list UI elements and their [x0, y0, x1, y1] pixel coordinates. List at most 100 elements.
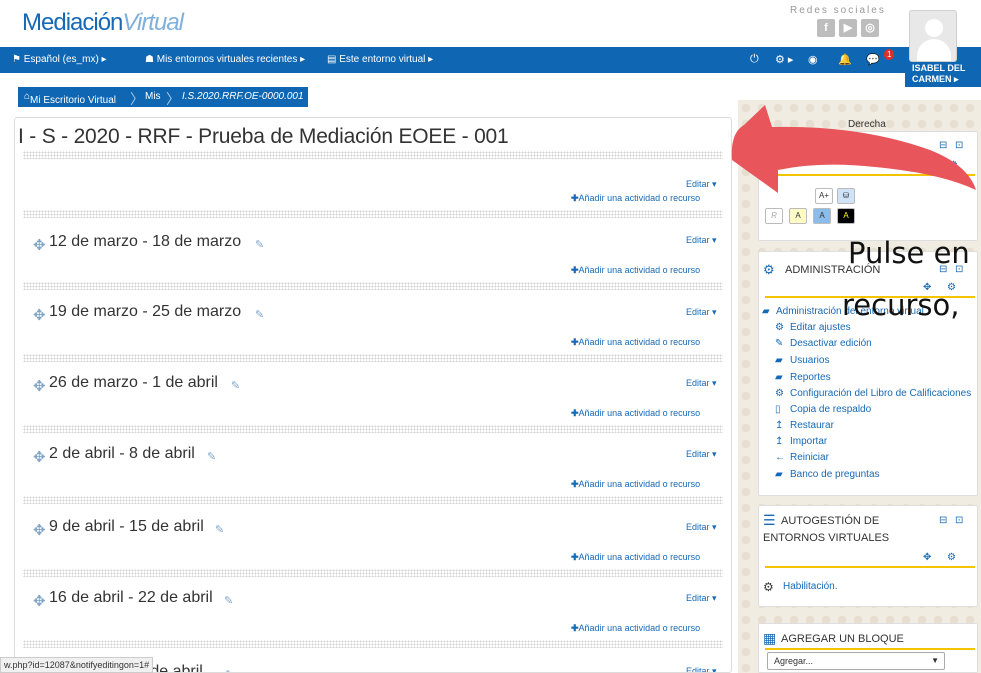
reset-colors-button[interactable]: R — [765, 208, 783, 224]
plus-icon: ✚ — [571, 265, 579, 275]
admin-link-question-bank[interactable]: Banco de preguntas — [790, 469, 880, 480]
edit-menu[interactable]: Editar ▾ — [686, 522, 717, 533]
edit-menu[interactable]: Editar ▾ — [686, 307, 717, 318]
block-underline — [765, 174, 975, 176]
move-icon[interactable]: ✥ — [33, 521, 46, 539]
add-activity-link[interactable]: ✚Añadir una actividad o recurso — [571, 337, 700, 348]
social-title: Redes sociales — [790, 5, 886, 16]
edit-menu[interactable]: Editar ▾ — [686, 593, 717, 604]
blocks-icon: ▦ — [763, 630, 777, 646]
edit-menu[interactable]: Editar ▾ — [686, 235, 717, 246]
add-block-select[interactable]: Agregar... ▼ — [767, 652, 945, 670]
edit-menu[interactable]: Editar ▾ — [686, 449, 717, 460]
move-icon[interactable]: ✥ — [33, 448, 46, 466]
admin-link-reports[interactable]: Reportes — [790, 372, 831, 383]
file-icon: ▯ — [775, 404, 781, 415]
page-title: I - S - 2020 - RRF - Prueba de Mediación… — [18, 125, 509, 148]
edit-menu[interactable]: Editar ▾ — [686, 378, 717, 389]
add-activity-label: Añadir una actividad o recurso — [578, 408, 701, 418]
plus-icon: ✚ — [571, 408, 579, 418]
color-yellow-button[interactable]: A — [789, 208, 807, 224]
bell-icon[interactable]: 🔔 — [838, 53, 852, 66]
move-icon[interactable]: ✥ — [33, 306, 46, 324]
move-icon[interactable]: ✥ — [33, 236, 46, 254]
avatar[interactable] — [909, 10, 957, 62]
collapse-icon[interactable]: ⊟ — [939, 140, 947, 151]
user-menu[interactable]: ISABEL DEL CARMEN ▸ — [912, 63, 972, 85]
autogestion-block: ☰ AUTOGESTIÓN DE ENTORNOS VIRTUALES ⊟ ⊡ … — [758, 505, 978, 607]
divider — [23, 425, 723, 433]
move-icon[interactable]: ✥ — [33, 377, 46, 395]
add-activity-link[interactable]: ✚Añadir una actividad o recurso — [571, 193, 700, 204]
color-blue-button[interactable]: A — [813, 208, 831, 224]
font-increase-button[interactable]: A+ — [815, 188, 833, 204]
add-activity-label: Añadir una actividad o recurso — [578, 265, 701, 275]
add-activity-label: Añadir una actividad o recurso — [578, 623, 701, 633]
this-environment-menu[interactable]: ▤ Este entorno virtual ▸ — [327, 54, 433, 65]
language-label: Español (es_mx) — [23, 54, 99, 65]
add-activity-label: Añadir una actividad o recurso — [578, 552, 701, 562]
chat-icon[interactable]: 💬 — [866, 53, 880, 66]
gear-menu-icon[interactable]: ⚙ ▸ — [775, 53, 793, 66]
admin-link-backup[interactable]: Copia de respaldo — [790, 404, 871, 415]
recent-environments-menu[interactable]: ☗ Mis entornos virtuales recientes ▸ — [145, 54, 305, 65]
edit-label: Editar — [686, 593, 710, 603]
dock-icon[interactable]: ⊡ — [955, 515, 963, 526]
admin-link-edit-settings[interactable]: Editar ajustes — [790, 322, 851, 333]
edit-menu[interactable]: Editar ▾ — [686, 666, 717, 672]
move-icon[interactable]: ✥ — [923, 552, 931, 563]
block-title: AGREGAR UN BLOQUE — [781, 633, 904, 645]
add-activity-link[interactable]: ✚Añadir una actividad o recurso — [571, 552, 700, 563]
admin-link-reset[interactable]: Reiniciar — [790, 452, 829, 463]
move-icon[interactable]: ✥ — [33, 592, 46, 610]
facebook-icon[interactable]: f — [817, 19, 835, 37]
admin-link-restore[interactable]: Restaurar — [790, 420, 834, 431]
pencil-icon[interactable]: ✎ — [207, 450, 216, 463]
admin-link-users[interactable]: Usuarios — [790, 355, 829, 366]
pencil-icon[interactable]: ✎ — [215, 523, 224, 536]
plus-icon: ✚ — [571, 552, 579, 562]
divider — [23, 282, 723, 290]
divider — [23, 496, 723, 504]
power-icon[interactable]: ⏻ — [750, 53, 759, 66]
breadcrumb-home[interactable]: ⌂ Mi Escritorio Virtual — [24, 91, 116, 106]
pencil-icon[interactable]: ✎ — [255, 238, 264, 251]
pencil-icon[interactable]: ✎ — [225, 668, 234, 672]
admin-link-gradebook-setup[interactable]: Configuración del Libro de Calificacione… — [790, 388, 971, 399]
folder-open-icon: ▰ — [762, 306, 770, 317]
enable-link[interactable]: Habilitación. — [783, 581, 837, 592]
edit-label: Editar — [686, 378, 710, 388]
breadcrumb-course[interactable]: I.S.2020.RRF.OE-0000.001 — [182, 91, 304, 102]
admin-link-disable-editing[interactable]: Desactivar edición — [790, 338, 872, 349]
admin-link-import[interactable]: Importar — [790, 436, 827, 447]
edit-menu[interactable]: Editar ▾ — [686, 179, 717, 190]
pencil-icon[interactable]: ✎ — [224, 594, 233, 607]
add-activity-link[interactable]: ✚Añadir una actividad o recurso — [571, 623, 700, 634]
add-activity-link[interactable]: ✚Añadir una actividad o recurso — [571, 408, 700, 419]
collapse-icon[interactable]: ⊟ — [939, 515, 947, 526]
site-logo[interactable]: MediaciónVirtual — [22, 9, 184, 37]
upload-icon: ↥ — [775, 436, 784, 447]
target-icon[interactable]: ◉ — [808, 53, 818, 66]
add-activity-link[interactable]: ✚Añadir una actividad o recurso — [571, 265, 700, 276]
breadcrumb-mis[interactable]: Mis — [145, 91, 161, 102]
notification-badge: 1 — [884, 49, 895, 60]
pencil-icon[interactable]: ✎ — [255, 308, 264, 321]
language-menu[interactable]: ⚑ Español (es_mx) ▸ — [12, 54, 107, 65]
divider — [23, 354, 723, 362]
color-black-button[interactable]: A — [837, 208, 855, 224]
gear-icon[interactable]: ⚙ — [949, 160, 958, 171]
save-settings-button[interactable]: ⛁ — [837, 188, 855, 204]
dock-icon[interactable]: ⊡ — [955, 140, 963, 151]
block-title: AUTOGESTIÓN DE — [781, 515, 880, 527]
add-activity-link[interactable]: ✚Añadir una actividad o recurso — [571, 479, 700, 490]
user-name-line2: CARMEN ▸ — [912, 74, 959, 84]
edit-label: Editar — [686, 179, 710, 189]
instagram-icon[interactable]: ◎ — [861, 19, 879, 37]
logo-accent-text: Virtual — [122, 9, 184, 36]
section-title: 2 de abril - 8 de abril — [49, 445, 195, 462]
pencil-icon[interactable]: ✎ — [231, 379, 240, 392]
youtube-icon[interactable]: ▶ — [839, 19, 857, 37]
gear-icon[interactable]: ⚙ — [947, 552, 956, 563]
plus-icon: ✚ — [571, 337, 579, 347]
